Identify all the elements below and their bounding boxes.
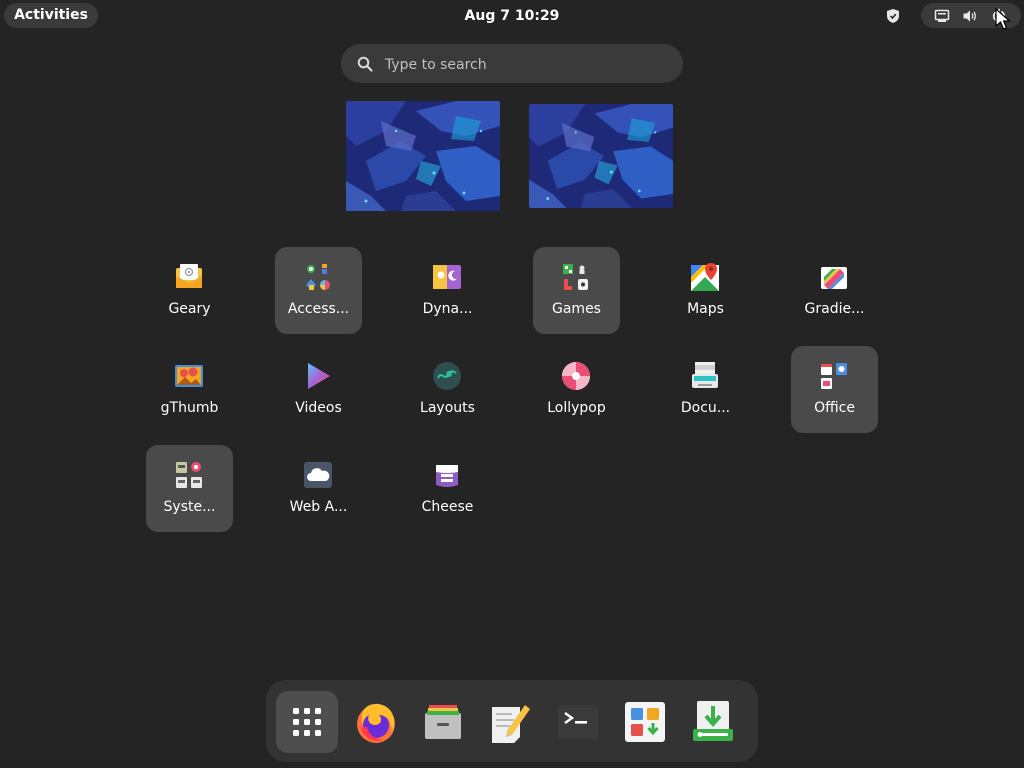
app-geary[interactable]: Geary — [146, 247, 233, 334]
installer-icon — [693, 701, 733, 741]
app-label: Geary — [168, 301, 211, 317]
app-web-apps[interactable]: Web A... — [275, 445, 362, 532]
terminal-icon — [558, 705, 598, 739]
gradience-icon — [821, 267, 847, 289]
dash — [266, 680, 758, 762]
layouts-icon — [433, 362, 461, 390]
clock: Aug 7 10:29 — [0, 0, 1024, 32]
shield-icon[interactable] — [884, 8, 902, 24]
app-label: Office — [814, 400, 855, 416]
mouse-pointer-icon — [995, 8, 1012, 30]
dash-terminal[interactable] — [547, 691, 609, 753]
app-label: Games — [552, 301, 601, 317]
app-label: Cheese — [421, 499, 474, 515]
app-label: gThumb — [160, 400, 219, 416]
geary-icon — [176, 264, 202, 288]
files-icon — [425, 705, 461, 739]
office-folder-icon — [821, 363, 847, 389]
app-label: Syste... — [163, 499, 216, 515]
videos-icon — [308, 363, 330, 389]
app-label: Maps — [687, 301, 724, 317]
activities-button[interactable]: Activities — [4, 3, 98, 28]
dynamic-wallpaper-icon — [433, 265, 461, 289]
app-document-scanner[interactable]: Docu... — [662, 346, 749, 433]
app-label: Web A... — [289, 499, 348, 515]
app-label: Dyna... — [422, 301, 473, 317]
app-folder-office[interactable]: Office — [791, 346, 878, 433]
app-grid-icon — [293, 708, 321, 736]
workspace-thumbnail-1[interactable] — [346, 101, 500, 211]
app-layouts[interactable]: Layouts — [404, 346, 491, 433]
search-icon — [357, 56, 373, 72]
clock-label[interactable]: Aug 7 10:29 — [465, 8, 560, 24]
dash-installer[interactable] — [682, 691, 744, 753]
dash-software[interactable] — [614, 691, 676, 753]
app-folder-games[interactable]: Games — [533, 247, 620, 334]
search-input[interactable] — [383, 44, 667, 85]
dash-firefox[interactable] — [345, 691, 407, 753]
dash-text-editor[interactable] — [479, 691, 541, 753]
app-lollypop[interactable]: Lollypop — [533, 346, 620, 433]
wallpaper-image — [529, 104, 673, 208]
text-editor-icon — [492, 705, 530, 743]
app-videos[interactable]: Videos — [275, 346, 362, 433]
app-dynamic-wallpaper[interactable]: Dyna... — [404, 247, 491, 334]
app-gradience[interactable]: Gradie... — [791, 247, 878, 334]
app-cheese[interactable]: Cheese — [404, 445, 491, 532]
app-gthumb[interactable]: gThumb — [146, 346, 233, 433]
document-scanner-icon — [692, 362, 718, 388]
network-icon — [934, 9, 950, 22]
games-folder-icon — [563, 264, 588, 290]
app-label: Lollypop — [547, 400, 606, 416]
app-folder-system[interactable]: Syste... — [146, 445, 233, 532]
app-folder-accessories[interactable]: Access... — [275, 247, 362, 334]
system-folder-icon — [176, 462, 202, 488]
workspace-thumbnail-2[interactable] — [529, 104, 673, 208]
lollypop-icon — [562, 362, 590, 390]
show-apps-button[interactable] — [276, 691, 338, 753]
app-label: Layouts — [420, 400, 475, 416]
wallpaper-image — [346, 101, 500, 211]
app-label: Docu... — [680, 400, 731, 416]
search-bar[interactable] — [341, 44, 683, 85]
gthumb-icon — [175, 365, 203, 387]
firefox-icon — [357, 703, 395, 743]
app-label: Access... — [287, 301, 350, 317]
app-maps[interactable]: Maps — [662, 247, 749, 334]
web-apps-icon — [304, 462, 332, 488]
top-bar: Activities Aug 7 10:29 — [0, 0, 1024, 32]
app-label: Videos — [295, 400, 342, 416]
volume-icon — [963, 10, 976, 22]
maps-icon — [691, 263, 719, 291]
cheese-icon — [436, 465, 458, 487]
app-label: Gradie... — [804, 301, 865, 317]
accessories-folder-icon — [306, 264, 330, 290]
dash-files[interactable] — [412, 691, 474, 753]
software-icon — [625, 702, 665, 742]
